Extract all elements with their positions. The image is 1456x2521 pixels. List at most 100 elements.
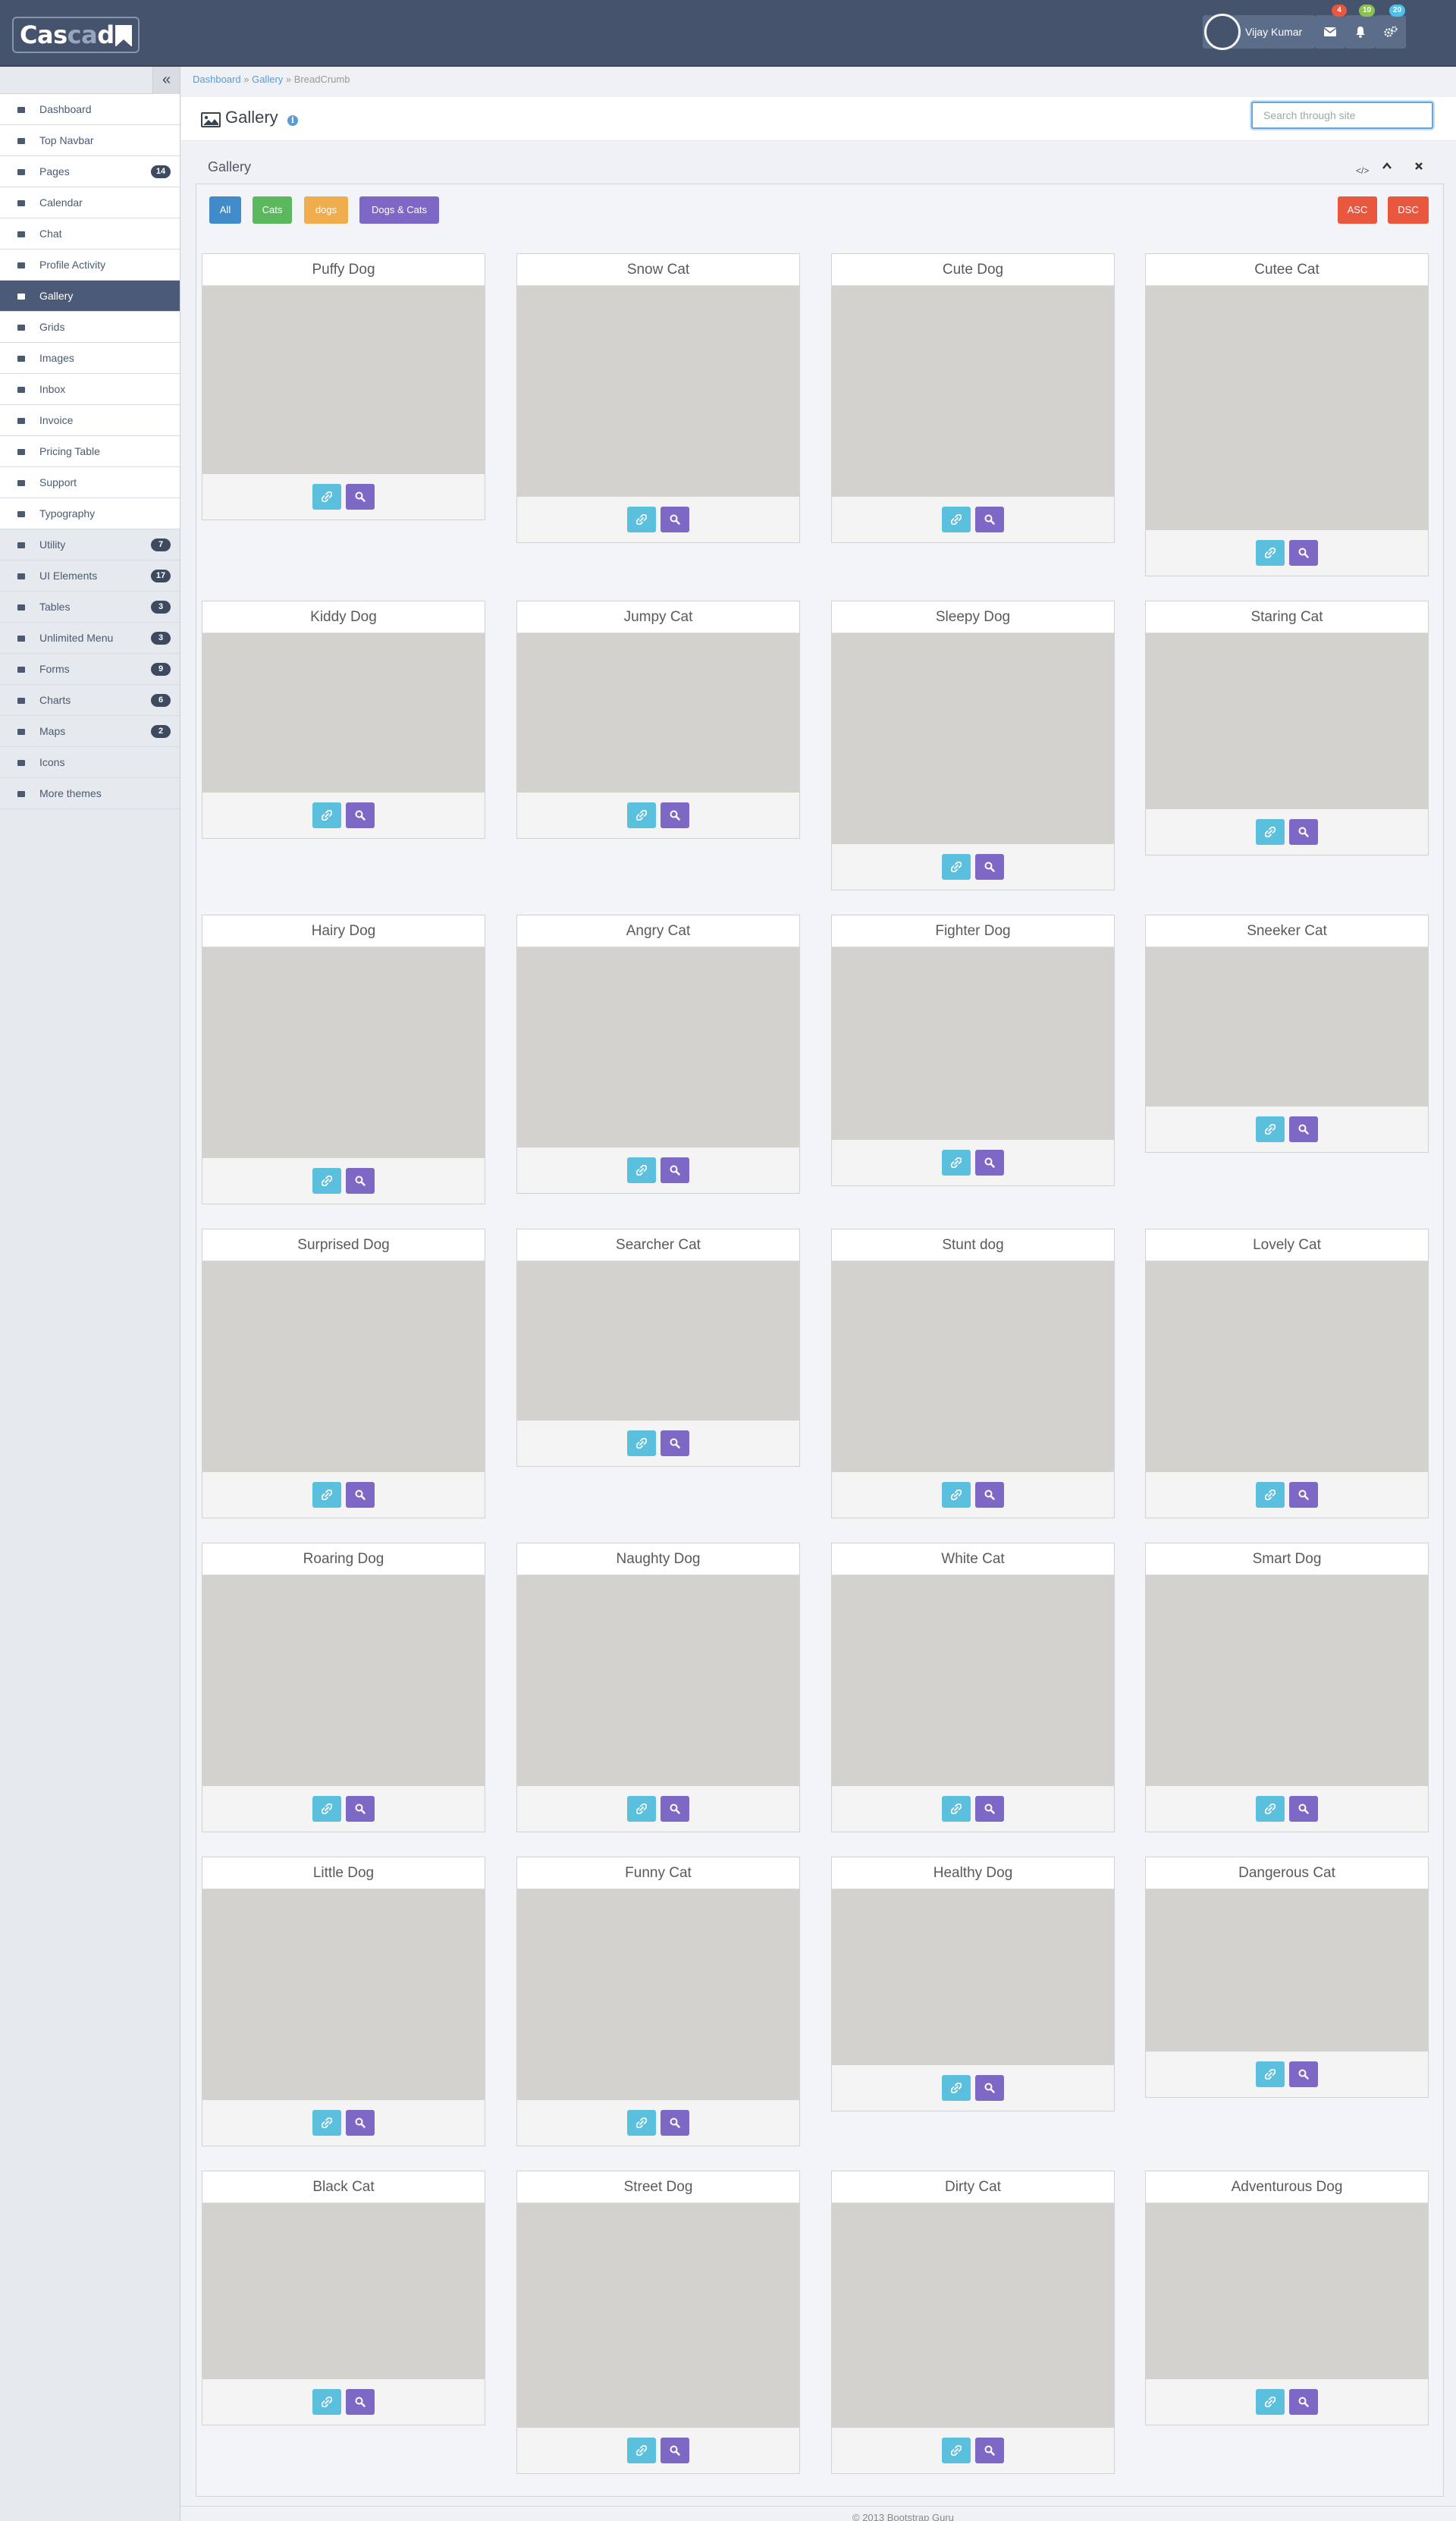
chevron-up-icon[interactable] bbox=[1382, 161, 1392, 175]
gallery-card-image[interactable] bbox=[517, 947, 799, 1147]
sidebar-item-15[interactable]: UI Elements 17 bbox=[0, 560, 180, 592]
zoom-button[interactable] bbox=[975, 1796, 1004, 1822]
zoom-button[interactable] bbox=[661, 802, 689, 828]
zoom-button[interactable] bbox=[1289, 1116, 1318, 1142]
link-button[interactable] bbox=[1256, 819, 1285, 845]
sidebar-item-16[interactable]: Tables 3 bbox=[0, 592, 180, 623]
gallery-card-image[interactable] bbox=[202, 1261, 485, 1472]
link-button[interactable] bbox=[312, 1168, 341, 1194]
gallery-card-image[interactable] bbox=[832, 1261, 1114, 1472]
gallery-card-image[interactable] bbox=[202, 2203, 485, 2379]
link-button[interactable] bbox=[1256, 2389, 1285, 2415]
link-button[interactable] bbox=[627, 1430, 656, 1456]
link-button[interactable] bbox=[312, 1796, 341, 1822]
gallery-card-image[interactable] bbox=[832, 633, 1114, 844]
close-icon[interactable] bbox=[1414, 161, 1424, 175]
gallery-card-image[interactable] bbox=[832, 1889, 1114, 2065]
gallery-card-image[interactable] bbox=[517, 2203, 799, 2428]
link-button[interactable] bbox=[1256, 1482, 1285, 1508]
gallery-card-image[interactable] bbox=[1146, 1575, 1428, 1786]
zoom-button[interactable] bbox=[661, 1796, 689, 1822]
link-button[interactable] bbox=[1256, 1116, 1285, 1142]
sidebar-item-4[interactable]: Chat bbox=[0, 218, 180, 250]
link-button[interactable] bbox=[627, 802, 656, 828]
gallery-card-image[interactable] bbox=[202, 286, 485, 474]
sidebar-item-19[interactable]: Charts 6 bbox=[0, 685, 180, 716]
sidebar-item-5[interactable]: Profile Activity bbox=[0, 250, 180, 281]
sidebar-item-6[interactable]: Gallery bbox=[0, 281, 180, 312]
sidebar-item-17[interactable]: Unlimited Menu 3 bbox=[0, 623, 180, 654]
logo[interactable]: Cascade bbox=[12, 17, 140, 53]
link-button[interactable] bbox=[627, 1796, 656, 1822]
zoom-button[interactable] bbox=[346, 2110, 375, 2136]
zoom-button[interactable] bbox=[1289, 540, 1318, 566]
zoom-button[interactable] bbox=[975, 1482, 1004, 1508]
zoom-button[interactable] bbox=[346, 1168, 375, 1194]
gallery-card-image[interactable] bbox=[517, 286, 799, 497]
sidebar-item-9[interactable]: Inbox bbox=[0, 374, 180, 405]
zoom-button[interactable] bbox=[346, 802, 375, 828]
gallery-card-image[interactable] bbox=[517, 1889, 799, 2100]
link-button[interactable] bbox=[627, 2110, 656, 2136]
sidebar-item-14[interactable]: Utility 7 bbox=[0, 529, 180, 560]
gallery-card-image[interactable] bbox=[202, 1575, 485, 1786]
link-button[interactable] bbox=[627, 507, 656, 532]
sidebar-item-22[interactable]: More themes bbox=[0, 778, 180, 809]
zoom-button[interactable] bbox=[661, 1157, 689, 1183]
collapse-sidebar-button[interactable]: « bbox=[152, 67, 180, 94]
link-button[interactable] bbox=[312, 2110, 341, 2136]
link-button[interactable] bbox=[1256, 1796, 1285, 1822]
gallery-card-image[interactable] bbox=[832, 947, 1114, 1140]
zoom-button[interactable] bbox=[346, 2389, 375, 2415]
link-button[interactable] bbox=[942, 2438, 971, 2463]
gallery-card-image[interactable] bbox=[517, 1575, 799, 1786]
link-button[interactable] bbox=[627, 1157, 656, 1183]
sidebar-item-13[interactable]: Typography bbox=[0, 498, 180, 529]
link-button[interactable] bbox=[312, 484, 341, 510]
gallery-card-image[interactable] bbox=[1146, 633, 1428, 809]
gallery-card-image[interactable] bbox=[202, 633, 485, 793]
zoom-button[interactable] bbox=[975, 507, 1004, 532]
link-button[interactable] bbox=[1256, 2061, 1285, 2087]
sidebar-item-10[interactable]: Invoice bbox=[0, 405, 180, 436]
gallery-card-image[interactable] bbox=[517, 1261, 799, 1421]
zoom-button[interactable] bbox=[661, 2110, 689, 2136]
gallery-card-image[interactable] bbox=[1146, 1261, 1428, 1472]
sidebar-item-2[interactable]: Pages 14 bbox=[0, 156, 180, 187]
sidebar-item-0[interactable]: Dashboard bbox=[0, 94, 180, 125]
filter-all-button[interactable]: All bbox=[209, 196, 241, 224]
link-button[interactable] bbox=[942, 1796, 971, 1822]
sidebar-item-8[interactable]: Images bbox=[0, 343, 180, 374]
link-button[interactable] bbox=[942, 854, 971, 880]
sort-desc-button[interactable]: DSC bbox=[1388, 196, 1429, 224]
gallery-card-image[interactable] bbox=[832, 2203, 1114, 2428]
link-button[interactable] bbox=[627, 2438, 656, 2463]
zoom-button[interactable] bbox=[346, 1482, 375, 1508]
link-button[interactable] bbox=[312, 802, 341, 828]
messages-button[interactable]: 4 bbox=[1315, 5, 1347, 49]
gallery-card-image[interactable] bbox=[517, 633, 799, 793]
gallery-card-image[interactable] bbox=[202, 947, 485, 1158]
link-button[interactable] bbox=[1256, 540, 1285, 566]
link-button[interactable] bbox=[942, 507, 971, 532]
zoom-button[interactable] bbox=[975, 2075, 1004, 2101]
zoom-button[interactable] bbox=[975, 1150, 1004, 1176]
zoom-button[interactable] bbox=[1289, 1796, 1318, 1822]
sidebar-item-7[interactable]: Grids bbox=[0, 312, 180, 343]
filter-dogs-cats-button[interactable]: Dogs & Cats bbox=[359, 196, 439, 224]
zoom-button[interactable] bbox=[346, 1796, 375, 1822]
user-menu[interactable]: Vijay Kumar bbox=[1203, 14, 1315, 50]
zoom-button[interactable] bbox=[661, 507, 689, 532]
link-button[interactable] bbox=[312, 2389, 341, 2415]
gallery-card-image[interactable] bbox=[1146, 1889, 1428, 2052]
gallery-card-image[interactable] bbox=[1146, 286, 1428, 530]
notifications-button[interactable]: 10 bbox=[1345, 5, 1376, 49]
zoom-button[interactable] bbox=[1289, 2389, 1318, 2415]
code-icon[interactable]: </> bbox=[1356, 165, 1369, 176]
zoom-button[interactable] bbox=[1289, 819, 1318, 845]
sidebar-item-3[interactable]: Calendar bbox=[0, 187, 180, 218]
sidebar-item-12[interactable]: Support bbox=[0, 467, 180, 498]
filter-cats-button[interactable]: Cats bbox=[253, 196, 292, 224]
sidebar-item-18[interactable]: Forms 9 bbox=[0, 654, 180, 685]
gallery-card-image[interactable] bbox=[1146, 947, 1428, 1107]
